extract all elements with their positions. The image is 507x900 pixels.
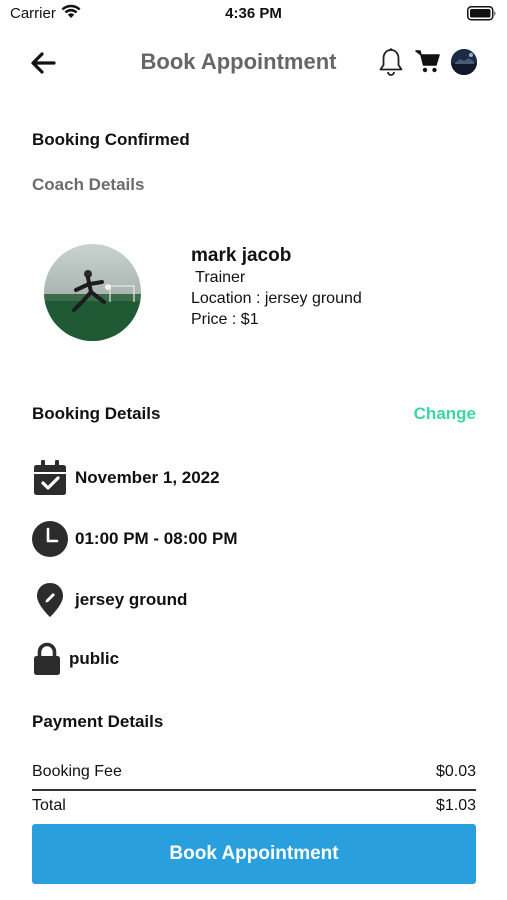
bell-icon	[379, 48, 403, 76]
coach-name: mark jacob	[191, 245, 292, 266]
coach-location: Location : jersey ground	[191, 290, 362, 307]
location-pin-icon	[32, 582, 68, 618]
calendar-check-icon	[32, 460, 68, 496]
header: Book Appointment	[0, 36, 507, 88]
change-booking-link[interactable]: Change	[414, 404, 476, 424]
clock-label: 4:36 PM	[225, 5, 282, 22]
booking-fee-label: Booking Fee	[32, 763, 122, 780]
coach-price: Price : $1	[191, 311, 259, 328]
lock-icon	[32, 641, 62, 677]
total-label: Total	[32, 797, 66, 814]
coach-photo	[44, 244, 141, 341]
booking-date: November 1, 2022	[75, 468, 220, 487]
total-row: Total $1.03	[32, 797, 476, 815]
battery-icon	[467, 6, 497, 26]
booking-visibility: public	[69, 649, 120, 668]
booking-details-heading: Booking Details	[32, 404, 161, 423]
coach-info: mark jacob Trainer Location : jersey gro…	[191, 245, 362, 330]
cart-button[interactable]	[415, 48, 441, 79]
booking-fee-value: $0.03	[435, 763, 476, 780]
booking-status-heading: Booking Confirmed	[32, 130, 190, 149]
clock-icon	[32, 521, 68, 557]
booking-time: 01:00 PM - 08:00 PM	[75, 529, 238, 548]
booking-visibility-row: public	[32, 641, 119, 677]
booking-fee-row: Booking Fee $0.03	[32, 763, 476, 781]
payment-divider	[32, 789, 476, 791]
payment-details-heading: Payment Details	[32, 712, 164, 731]
screen: Carrier 4:36 PM Book Appointment Booking…	[0, 0, 507, 900]
coach-role: Trainer	[191, 269, 246, 286]
cart-icon	[415, 50, 440, 73]
booking-date-row: November 1, 2022	[32, 460, 220, 496]
profile-avatar[interactable]	[451, 49, 477, 75]
booking-venue: jersey ground	[75, 590, 188, 609]
status-bar: Carrier 4:36 PM	[0, 0, 507, 28]
notifications-button[interactable]	[378, 47, 404, 82]
coach-details-heading: Coach Details	[32, 175, 145, 194]
booking-venue-row: jersey ground	[32, 582, 187, 618]
booking-time-row: 01:00 PM - 08:00 PM	[32, 521, 238, 557]
total-value: $1.03	[435, 797, 476, 814]
book-appointment-button[interactable]: Book Appointment	[32, 824, 476, 884]
